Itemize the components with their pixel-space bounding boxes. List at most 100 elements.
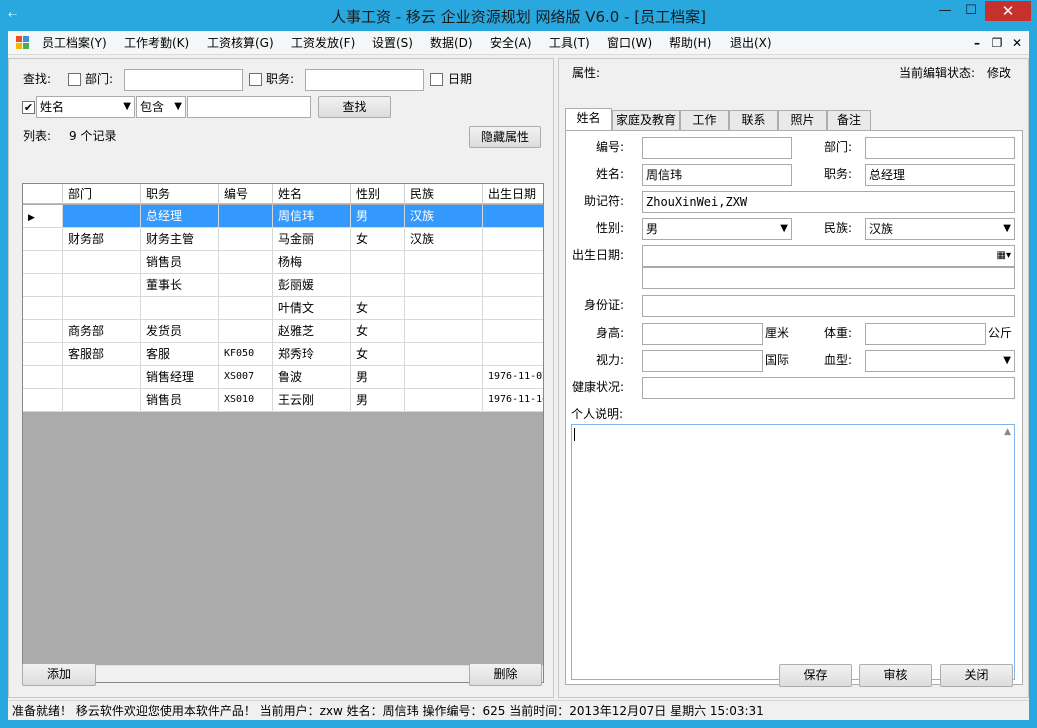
- table-cell-birth[interactable]: 1976-11-16: [483, 389, 543, 412]
- mdi-restore-button[interactable]: ❐: [989, 34, 1005, 52]
- table-cell-job[interactable]: [141, 297, 219, 320]
- table-cell-birth[interactable]: [483, 297, 543, 320]
- table-cell-job[interactable]: 总经理: [141, 205, 219, 228]
- scroll-up-icon[interactable]: ▲: [1004, 427, 1011, 437]
- table-row[interactable]: 商务部 发货员 赵雅芝女: [23, 320, 543, 343]
- hide-attributes-button[interactable]: 隐藏属性: [469, 126, 541, 148]
- table-cell-gender[interactable]: 女: [351, 228, 405, 251]
- save-button[interactable]: 保存: [779, 664, 852, 687]
- row-header[interactable]: [23, 274, 63, 297]
- table-cell-birth[interactable]: [483, 320, 543, 343]
- table-cell-name[interactable]: 彭丽媛: [273, 274, 351, 297]
- row-header[interactable]: ▶: [23, 205, 63, 228]
- job-filter-input[interactable]: [305, 69, 424, 91]
- close-window-button[interactable]: ✕: [985, 1, 1031, 21]
- health-input[interactable]: [642, 377, 1015, 399]
- tab-name[interactable]: 姓名: [565, 108, 612, 130]
- table-cell-dept[interactable]: 客服部: [63, 343, 141, 366]
- job-filter-checkbox[interactable]: [249, 73, 262, 86]
- menu-window[interactable]: 窗口(W): [604, 34, 655, 52]
- table-cell-dept[interactable]: [63, 297, 141, 320]
- table-cell-gender[interactable]: 男: [351, 366, 405, 389]
- tab-photo[interactable]: 照片: [778, 110, 827, 130]
- audit-button[interactable]: 审核: [859, 664, 932, 687]
- menu-payroll-calc[interactable]: 工资核算(G): [204, 34, 277, 52]
- col-header-nation[interactable]: 民族: [405, 184, 483, 204]
- table-cell-birth[interactable]: [483, 274, 543, 297]
- col-header-dept[interactable]: 部门: [63, 184, 141, 204]
- weight-input[interactable]: [865, 323, 986, 345]
- table-cell-dept[interactable]: [63, 251, 141, 274]
- mdi-close-button[interactable]: ✕: [1009, 34, 1025, 52]
- table-cell-nation[interactable]: [405, 389, 483, 412]
- name-input[interactable]: 周信玮: [642, 164, 792, 186]
- menu-settings[interactable]: 设置(S): [369, 34, 416, 52]
- tab-work[interactable]: 工作: [680, 110, 729, 130]
- row-header[interactable]: [23, 228, 63, 251]
- table-cell-nation[interactable]: [405, 251, 483, 274]
- mdi-minimize-button[interactable]: –: [969, 34, 985, 52]
- col-header-gender[interactable]: 性别: [351, 184, 405, 204]
- table-cell-code[interactable]: [219, 228, 273, 251]
- menu-help[interactable]: 帮助(H): [666, 34, 714, 52]
- table-cell-name[interactable]: 鲁波: [273, 366, 351, 389]
- table-cell-name[interactable]: 周信玮: [273, 205, 351, 228]
- table-row[interactable]: 叶倩文女: [23, 297, 543, 320]
- menu-tools[interactable]: 工具(T): [546, 34, 593, 52]
- table-cell-dept[interactable]: [63, 205, 141, 228]
- table-cell-birth[interactable]: [483, 205, 543, 228]
- table-cell-name[interactable]: 杨梅: [273, 251, 351, 274]
- table-cell-name[interactable]: 郑秀玲: [273, 343, 351, 366]
- field-select[interactable]: 姓名 ▼: [36, 96, 135, 118]
- table-cell-dept[interactable]: [63, 389, 141, 412]
- row-header[interactable]: [23, 343, 63, 366]
- code-input[interactable]: [642, 137, 792, 159]
- row-header[interactable]: [23, 389, 63, 412]
- mnemonic-input[interactable]: ZhouXinWei,ZXW: [642, 191, 1015, 213]
- table-cell-gender[interactable]: 男: [351, 389, 405, 412]
- table-cell-dept[interactable]: 财务部: [63, 228, 141, 251]
- blood-type-select[interactable]: ▼: [865, 350, 1015, 372]
- table-cell-code[interactable]: XS007: [219, 366, 273, 389]
- table-cell-code[interactable]: [219, 205, 273, 228]
- keyword-input[interactable]: [187, 96, 311, 118]
- add-button[interactable]: 添加: [22, 663, 96, 686]
- birth-date-picker[interactable]: ▦▾: [642, 245, 1015, 267]
- row-header[interactable]: [23, 320, 63, 343]
- table-cell-job[interactable]: 董事长: [141, 274, 219, 297]
- employee-grid[interactable]: 部门 职务 编号 姓名 性别 民族 出生日期 ▶ 总经理 周信玮男汉族 财务部 财务主管…: [22, 183, 544, 683]
- delete-button[interactable]: 删除: [469, 663, 542, 686]
- table-row[interactable]: ▶ 总经理 周信玮男汉族: [23, 205, 543, 228]
- col-header-name[interactable]: 姓名: [273, 184, 351, 204]
- close-button[interactable]: 关闭: [940, 664, 1013, 687]
- minimize-button[interactable]: —: [930, 1, 960, 21]
- vision-input[interactable]: [642, 350, 763, 372]
- table-cell-dept[interactable]: [63, 274, 141, 297]
- birth-extra-input[interactable]: [642, 267, 1015, 289]
- table-cell-gender[interactable]: [351, 274, 405, 297]
- menu-data[interactable]: 数据(D): [427, 34, 476, 52]
- horizontal-scrollbar[interactable]: ◀ ▶: [23, 665, 543, 682]
- table-cell-name[interactable]: 赵雅芝: [273, 320, 351, 343]
- table-cell-code[interactable]: KF050: [219, 343, 273, 366]
- table-cell-code[interactable]: [219, 251, 273, 274]
- table-cell-job[interactable]: 财务主管: [141, 228, 219, 251]
- table-cell-nation[interactable]: [405, 274, 483, 297]
- table-cell-nation[interactable]: [405, 366, 483, 389]
- search-button[interactable]: 查找: [318, 96, 391, 118]
- table-cell-code[interactable]: [219, 297, 273, 320]
- field-filter-checkbox[interactable]: ✔: [22, 101, 35, 114]
- nation-select[interactable]: 汉族 ▼: [865, 218, 1015, 240]
- table-cell-gender[interactable]: 女: [351, 297, 405, 320]
- dept-filter-input[interactable]: [124, 69, 243, 91]
- job-input[interactable]: 总经理: [865, 164, 1015, 186]
- maximize-button[interactable]: ☐: [957, 1, 985, 21]
- table-cell-birth[interactable]: [483, 251, 543, 274]
- table-cell-code[interactable]: XS010: [219, 389, 273, 412]
- row-header[interactable]: [23, 251, 63, 274]
- app-grid-icon[interactable]: [16, 36, 29, 49]
- menu-employee-file[interactable]: 员工档案(Y): [39, 34, 110, 52]
- table-row[interactable]: 客服部 客服 KF050 郑秀玲女: [23, 343, 543, 366]
- dept-input[interactable]: [865, 137, 1015, 159]
- table-cell-gender[interactable]: 女: [351, 320, 405, 343]
